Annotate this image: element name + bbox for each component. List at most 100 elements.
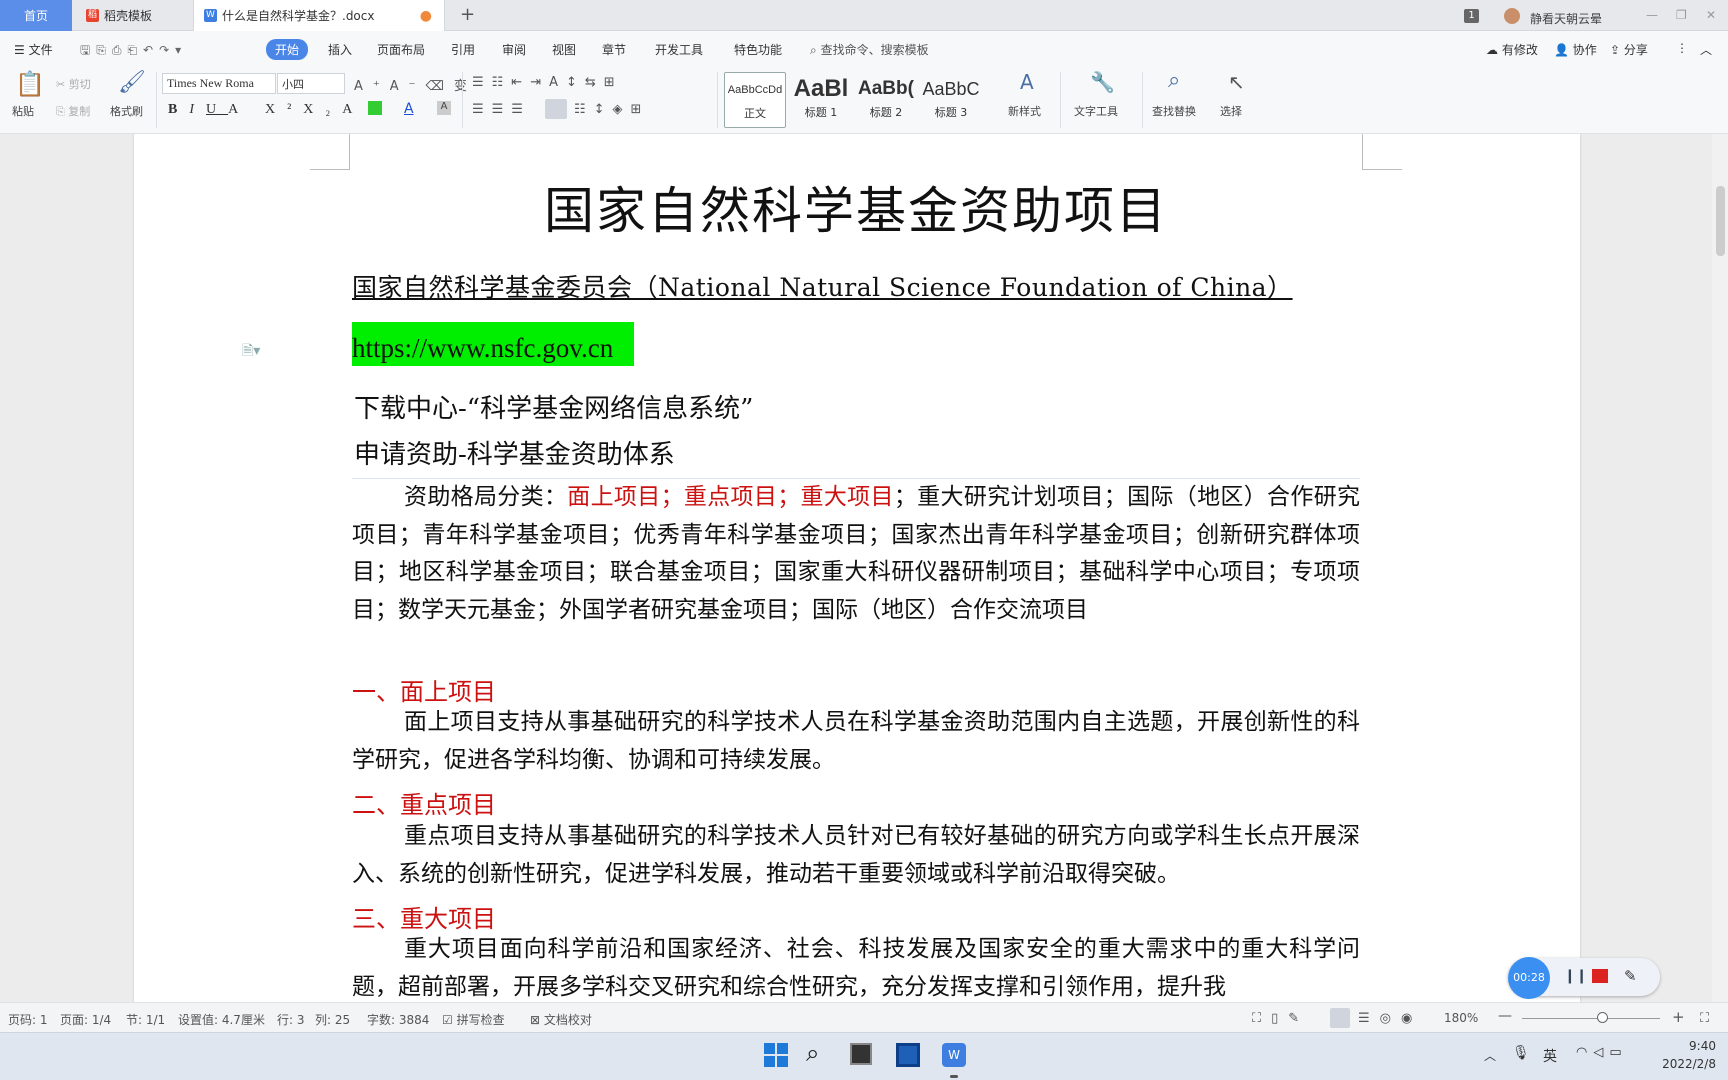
command-search[interactable]: ⌕ 查找命令、搜索模板 (810, 41, 929, 58)
font-name-select[interactable]: Times New Roma (162, 73, 276, 94)
find-replace-button[interactable]: 查找替换 (1152, 103, 1196, 119)
avatar[interactable] (1504, 8, 1520, 24)
file-menu-label: 文件 (28, 43, 53, 57)
style-heading-3[interactable]: AaBbC 标题 3 (920, 72, 982, 128)
status-page-num[interactable]: 页码: 1 (8, 1011, 48, 1028)
tab-chapter[interactable]: 章节 (602, 41, 626, 58)
tab-insert[interactable]: 插入 (328, 41, 352, 58)
zoom-level[interactable]: 180% (1444, 1011, 1478, 1025)
task-view-icon[interactable] (850, 1043, 872, 1065)
tab-template[interactable]: 稻 稻壳模板 (76, 0, 188, 31)
close-icon[interactable]: ✕ (1706, 8, 1716, 22)
vertical-scrollbar[interactable] (1712, 134, 1728, 1002)
tab-review[interactable]: 审阅 (502, 41, 526, 58)
file-menu[interactable]: ☰ 文件 (14, 41, 53, 58)
status-setting[interactable]: 设置值: 4.7厘米 (178, 1011, 265, 1028)
pause-icon[interactable]: ❙❙ (1564, 968, 1587, 984)
justify-button[interactable] (545, 99, 567, 119)
new-style-button[interactable]: 新样式 (1008, 103, 1041, 119)
new-style-icon[interactable]: A (1020, 70, 1034, 94)
zoom-slider[interactable] (1522, 1018, 1660, 1019)
style-heading-2[interactable]: AaBb( 标题 2 (855, 72, 917, 128)
paste-button[interactable]: 粘贴 (12, 103, 34, 119)
status-pages[interactable]: 页面: 1/4 (60, 1011, 111, 1028)
clock-date[interactable]: 2022/2/8 (1650, 1057, 1716, 1071)
tray-overflow-icon[interactable]: ︿ (1484, 1047, 1496, 1064)
format-painter-icon[interactable]: 🖌 (118, 70, 146, 95)
new-tab-icon[interactable]: + (460, 4, 475, 25)
network-volume-battery-icons[interactable]: ◠◁▭ (1576, 1045, 1628, 1060)
char-shading-icon[interactable]: A (437, 101, 451, 115)
format-painter-button[interactable]: 格式刷 (110, 103, 143, 119)
search-icon[interactable]: ⌕ (806, 1039, 819, 1067)
recorder-timer[interactable]: 00:28 (1508, 957, 1550, 999)
font-size-grow-shrink-icons[interactable]: A⁺A⁻⌫变 (354, 75, 477, 94)
text-tools-button[interactable]: 文字工具 (1074, 103, 1118, 119)
pen-icon[interactable]: ✎ (1624, 967, 1637, 985)
tab-start[interactable]: 开始 (266, 39, 309, 60)
doc-url-highlighted[interactable]: https://www.nsfc.gov.cn (352, 322, 634, 366)
copy-button[interactable]: ⎘ 复制 (56, 103, 90, 119)
spell-check-button[interactable]: ☑ 拼写检查 (442, 1011, 505, 1028)
user-name[interactable]: 静看天朝云晕 (1530, 10, 1602, 27)
status-section[interactable]: 节: 1/1 (126, 1011, 165, 1028)
collapse-ribbon-icon[interactable]: ︿ (1700, 41, 1712, 58)
share-button[interactable]: ⇪ 分享 (1610, 41, 1648, 58)
page-view-button[interactable] (1330, 1008, 1350, 1028)
tab-page-layout[interactable]: 页面布局 (377, 41, 425, 58)
zoom-in-icon[interactable]: + (1672, 1008, 1685, 1026)
document-page[interactable]: 🗎▾ 国家自然科学基金资助项目 国家自然科学基金委员会（National Nat… (134, 134, 1580, 1002)
clock-time[interactable]: 9:40 (1668, 1039, 1716, 1053)
style-heading-1[interactable]: AaBl 标题 1 (790, 72, 852, 128)
microphone-icon[interactable]: 🎙 (1512, 1045, 1530, 1061)
more-icon[interactable]: ⋮ (1676, 41, 1688, 55)
highlight-color-icon[interactable] (368, 101, 382, 115)
scroll-thumb[interactable] (1716, 186, 1725, 256)
tab-bar: 首页 稻 稻壳模板 W 什么是自然科学基金？.docx ● + 1 静看天朝云晕… (0, 0, 1728, 31)
tab-home[interactable]: 首页 (0, 0, 72, 31)
zoom-out-icon[interactable]: — (1498, 1008, 1512, 1024)
view-mode-icons-2[interactable]: ☰◎◉ (1358, 1011, 1422, 1026)
tab-references[interactable]: 引用 (451, 41, 475, 58)
tab-view[interactable]: 视图 (552, 41, 576, 58)
select-button[interactable]: 选择 (1220, 103, 1242, 119)
widgets-icon[interactable] (896, 1043, 920, 1067)
wps-taskbar-icon[interactable]: W (942, 1043, 966, 1067)
view-mode-icons[interactable]: ⛶▯✎ (1252, 1011, 1309, 1026)
document-canvas: 🗎▾ 国家自然科学基金资助项目 国家自然科学基金委员会（National Nat… (0, 134, 1712, 1002)
margin-mark (1362, 134, 1402, 170)
ime-indicator[interactable]: 英 (1543, 1046, 1557, 1066)
font-size-select[interactable]: 小四 (277, 73, 345, 94)
screen-recorder-widget[interactable]: 00:28 ❙❙ ✎ (1508, 957, 1660, 999)
select-icon[interactable]: ↖ (1228, 70, 1245, 94)
font-color-icon[interactable]: A (404, 101, 414, 117)
tab-developer[interactable]: 开发工具 (655, 41, 703, 58)
tab-document[interactable]: W 什么是自然科学基金？.docx ● (193, 0, 445, 31)
windows-start-icon[interactable] (764, 1043, 788, 1067)
font-style-icons[interactable]: BIUA X²X₂A (168, 102, 364, 118)
unsaved-dot-icon[interactable]: ● (420, 8, 432, 24)
cut-button[interactable]: ✂ 剪切 (56, 76, 91, 92)
quick-access-icons[interactable]: 🖫⎘⎙⎗↶↷▾ (80, 41, 187, 62)
status-row: 行: 3 (277, 1013, 305, 1027)
status-word-count[interactable]: 字数: 3884 (367, 1011, 429, 1028)
window-count-badge[interactable]: 1 (1464, 9, 1479, 23)
collab-button[interactable]: 👤 协作 (1554, 41, 1597, 58)
spacing-border-icons[interactable]: ☷↕◈⊞ (574, 102, 649, 117)
fullscreen-icon[interactable]: ⛶ (1700, 1011, 1709, 1026)
alignment-icons[interactable]: ☰☰☰ (472, 102, 531, 117)
stop-icon[interactable] (1592, 969, 1608, 983)
tab-document-label: 什么是自然科学基金？.docx (222, 9, 375, 23)
paragraph-handle-icon[interactable]: 🗎▾ (242, 340, 260, 364)
find-replace-icon[interactable]: ⌕ (1168, 68, 1180, 93)
restore-icon[interactable]: ❐ (1676, 8, 1687, 22)
doc-proof-button[interactable]: ⊠ 文档校对 (530, 1011, 592, 1028)
list-indent-icons[interactable]: ☰☷⇤⇥A↕⇆⊞ (472, 75, 623, 90)
paste-icon[interactable]: 📋 (15, 70, 45, 98)
zoom-slider-handle[interactable] (1597, 1012, 1608, 1023)
tab-features[interactable]: 特色功能 (734, 41, 782, 58)
has-changes-button[interactable]: ☁ 有修改 (1486, 41, 1538, 58)
text-tools-icon[interactable]: 🔧 (1090, 70, 1115, 94)
minimize-icon[interactable]: — (1646, 8, 1658, 22)
style-normal[interactable]: AaBbCcDd 正文 (724, 72, 786, 128)
